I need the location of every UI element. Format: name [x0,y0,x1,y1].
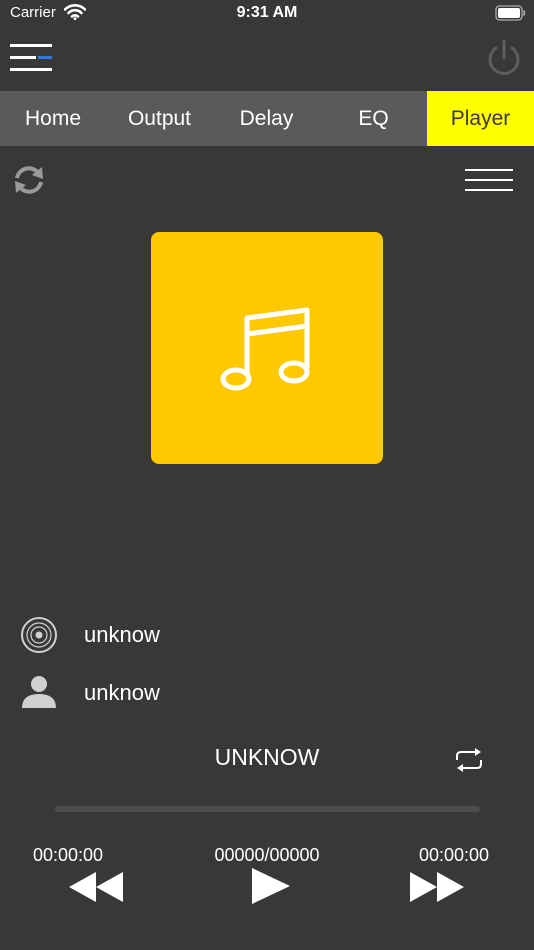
repeat-icon[interactable] [453,745,485,775]
album-artwork [151,232,383,464]
tab-bar: Home Output Delay EQ Player [0,91,534,146]
play-button[interactable] [250,868,290,904]
album-name: unknow [84,622,160,647]
tab-home[interactable]: Home [0,91,106,146]
hamburger-menu-icon[interactable] [8,42,54,74]
person-icon [20,674,58,712]
status-time: 9:31 AM [236,4,298,21]
tab-delay[interactable]: Delay [213,91,320,146]
fast-forward-button[interactable] [410,872,464,902]
refresh-icon[interactable] [12,163,46,197]
battery-icon [495,5,527,26]
music-note-icon [220,307,310,391]
tab-eq[interactable]: EQ [320,91,427,146]
fast-forward-icon [410,872,464,902]
album-row: unknow [0,616,534,656]
player-screen: Carrier 9:31 AM Home Output Delay EQ Pla… [0,0,534,950]
power-icon[interactable] [484,38,524,78]
artist-name: unknow [84,680,160,705]
artist-row: unknow [0,674,534,714]
playlist-menu-icon[interactable] [464,168,514,192]
tab-output[interactable]: Output [106,91,213,146]
disc-icon [20,616,58,654]
rewind-icon [69,872,123,902]
progress-slider[interactable] [55,806,480,812]
play-icon [252,868,290,904]
rewind-button[interactable] [69,872,123,902]
status-bar: Carrier 9:31 AM [0,0,534,28]
total-time: 00:00:00 [419,845,490,865]
tab-player[interactable]: Player [427,91,534,146]
